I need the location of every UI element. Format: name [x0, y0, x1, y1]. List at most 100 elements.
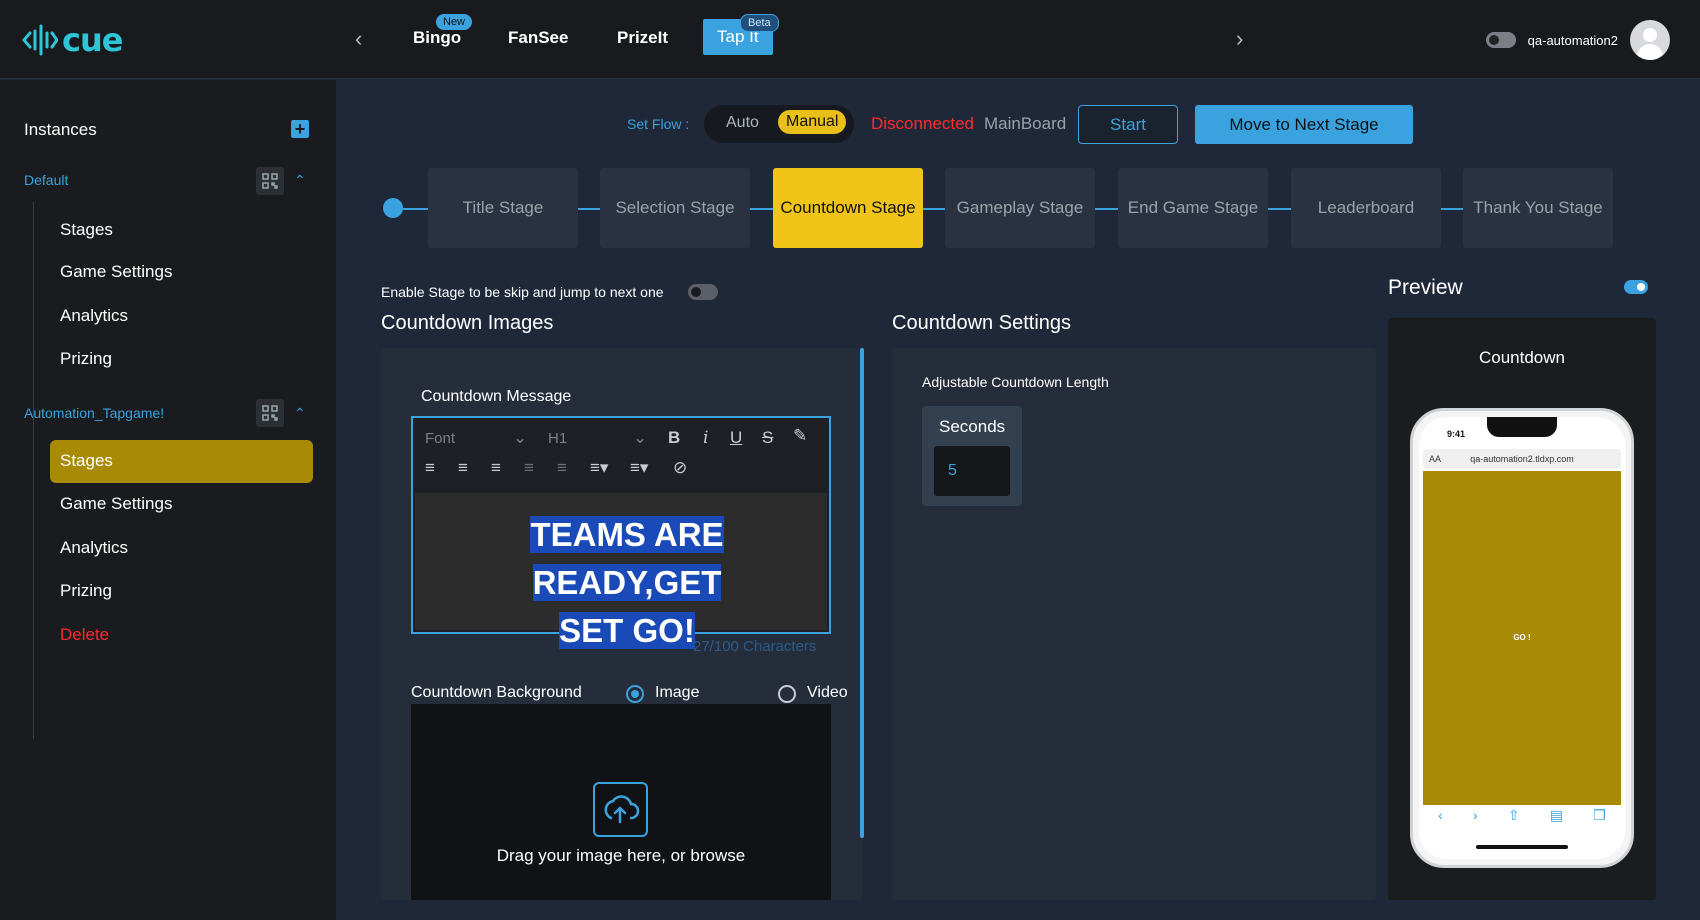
highlighter-icon[interactable]: ✎ [793, 426, 807, 446]
qr-code-icon[interactable] [256, 167, 284, 195]
sidebar-item-game-settings[interactable]: Game Settings [60, 494, 172, 514]
move-next-stage-button[interactable]: Move to Next Stage [1195, 105, 1413, 144]
avatar[interactable] [1630, 20, 1670, 60]
scrollbar[interactable] [860, 348, 864, 838]
countdown-images-heading: Countdown Images [381, 312, 554, 334]
connection-status: Disconnected [871, 114, 975, 133]
logo-text: cue [62, 21, 123, 59]
radio-image[interactable] [626, 685, 644, 703]
align-left-icon[interactable]: ≡ [425, 458, 435, 478]
top-bar: cue ‹ New Bingo FanSee PrizeIt Tap It Be… [0, 0, 1700, 79]
qr-code-icon[interactable] [256, 399, 284, 427]
chevron-up-icon[interactable]: ⌃ [294, 405, 306, 422]
outdent-icon[interactable]: ≡ [524, 458, 534, 478]
phone-time: 9:41 [1447, 429, 1466, 439]
radio-video-label: Video [807, 684, 848, 701]
upload-cloud-icon[interactable] [593, 782, 648, 837]
username: qa-automation2 [1527, 32, 1618, 48]
share-icon: ⇧ [1507, 807, 1520, 823]
skip-stage-label: Enable Stage to be skip and jump to next… [381, 284, 664, 300]
forward-icon: › [1473, 807, 1478, 823]
preview-toggle[interactable] [1624, 280, 1648, 294]
sidebar-item-delete[interactable]: Delete [60, 625, 109, 645]
skip-stage-toggle[interactable] [688, 284, 718, 300]
tab-prizeit[interactable]: PrizeIt [617, 28, 668, 48]
align-center-icon[interactable]: ≡ [458, 458, 468, 478]
stage-title[interactable]: Title Stage [428, 168, 578, 248]
sidebar-item-analytics[interactable]: Analytics [60, 538, 128, 558]
seconds-field: Seconds 5 [922, 406, 1022, 506]
stage-end-game[interactable]: End Game Stage [1118, 168, 1268, 248]
bookmarks-icon: ▤ [1549, 807, 1564, 823]
heading-select[interactable]: H1 [548, 430, 567, 447]
numbered-list-icon[interactable]: ≡▾ [590, 458, 608, 478]
strikethrough-icon[interactable]: S [762, 428, 773, 448]
indent-icon[interactable]: ≡ [557, 458, 567, 478]
align-right-icon[interactable]: ≡ [491, 458, 501, 478]
home-indicator [1476, 845, 1568, 849]
chevron-up-icon[interactable]: ⌃ [294, 172, 306, 189]
tree-line [33, 435, 34, 739]
clear-format-icon[interactable]: ⊘ [673, 458, 687, 478]
nav-next-arrow-icon[interactable]: › [1236, 26, 1243, 52]
instance-automation-tapgame[interactable]: Automation_Tapgame! [24, 405, 164, 421]
bold-icon[interactable]: B [668, 428, 680, 448]
preview-title: Countdown [1478, 348, 1565, 367]
chevron-down-icon[interactable]: ⌄ [633, 428, 647, 448]
radio-video[interactable] [778, 685, 796, 703]
flow-option-manual[interactable]: Manual [778, 110, 847, 134]
rich-text-editor[interactable]: Font ⌄ H1 ⌄ B i U S ✎ ≡ ≡ ≡ ≡ ≡ ≡▾ ≡▾ ⊘ … [411, 416, 831, 649]
flow-option-auto[interactable]: Auto [726, 114, 759, 132]
sidebar-item-prizing[interactable]: Prizing [60, 581, 112, 601]
message-text-area[interactable]: TEAMS ARE READY,GET SET GO! [415, 493, 827, 649]
font-select[interactable]: Font [425, 430, 455, 447]
phone-mockup: 9:41 AA qa-automation2.tldxp.com GO ! ‹ › ⇧… [1410, 408, 1634, 868]
sidebar-item-stages[interactable]: Stages [60, 220, 113, 240]
seconds-input[interactable]: 5 [934, 446, 1010, 496]
underline-icon[interactable]: U [730, 428, 742, 448]
countdown-length-label: Adjustable Countdown Length [922, 374, 1109, 390]
countdown-message-label: Countdown Message [421, 388, 572, 405]
stage-leaderboard[interactable]: Leaderboard [1291, 168, 1441, 248]
sidebar-item-game-settings[interactable]: Game Settings [60, 262, 172, 282]
stage-gameplay[interactable]: Gameplay Stage [945, 168, 1095, 248]
stage-thank-you[interactable]: Thank You Stage [1463, 168, 1613, 248]
preview-panel: Countdown 9:41 AA qa-automation2.tldxp.co… [1388, 318, 1656, 900]
bullet-list-icon[interactable]: ≡▾ [630, 458, 648, 478]
italic-icon[interactable]: i [703, 428, 708, 448]
theme-toggle[interactable] [1485, 32, 1516, 48]
radio-image-label: Image [655, 684, 700, 701]
phone-toolbar: ‹ › ⇧ ▤ ❐ [1423, 807, 1621, 837]
set-flow-label: Set Flow : [627, 116, 690, 132]
beta-badge: Beta [740, 14, 779, 32]
tabs-icon: ❐ [1593, 807, 1606, 823]
tab-bingo[interactable]: Bingo [413, 28, 461, 48]
cue-logo[interactable]: cue [22, 20, 123, 60]
seconds-label: Seconds [939, 417, 1006, 436]
start-button[interactable]: Start [1078, 105, 1178, 144]
countdown-images-panel: Countdown Message Font ⌄ H1 ⌄ B i U S ✎ … [381, 348, 863, 900]
instances-title: Instances [24, 120, 97, 139]
sidebar-item-analytics[interactable]: Analytics [60, 306, 128, 326]
upload-instructions: Drag your image here, or browse [496, 846, 746, 865]
sidebar-item-stages-active[interactable]: Stages [50, 440, 313, 483]
tab-fansee[interactable]: FanSee [508, 28, 568, 48]
countdown-background-label: Countdown Background [411, 684, 582, 701]
flow-mode-toggle[interactable]: Auto Manual [704, 105, 854, 143]
phone-url: qa-automation2.tldxp.com [1470, 454, 1574, 464]
countdown-message-text: TEAMS ARE READY,GET SET GO! [530, 516, 724, 649]
sidebar-item-prizing[interactable]: Prizing [60, 349, 112, 369]
back-icon: ‹ [1438, 807, 1443, 823]
phone-go-text: GO ! [1513, 633, 1531, 642]
add-instance-button[interactable]: + [291, 120, 309, 138]
countdown-settings-heading: Countdown Settings [892, 312, 1072, 334]
nav-prev-arrow-icon[interactable]: ‹ [355, 26, 362, 52]
stage-selection[interactable]: Selection Stage [600, 168, 750, 248]
stage-countdown[interactable]: Countdown Stage [773, 168, 923, 248]
instance-default[interactable]: Default [24, 172, 68, 188]
sidebar: Instances + Default ⌃ Stages Game Settin… [0, 80, 336, 920]
image-upload-dropzone[interactable]: Drag your image here, or browse [411, 704, 831, 900]
chevron-down-icon[interactable]: ⌄ [513, 428, 527, 448]
board-name: MainBoard [984, 114, 1067, 133]
preview-heading: Preview [1388, 276, 1463, 299]
